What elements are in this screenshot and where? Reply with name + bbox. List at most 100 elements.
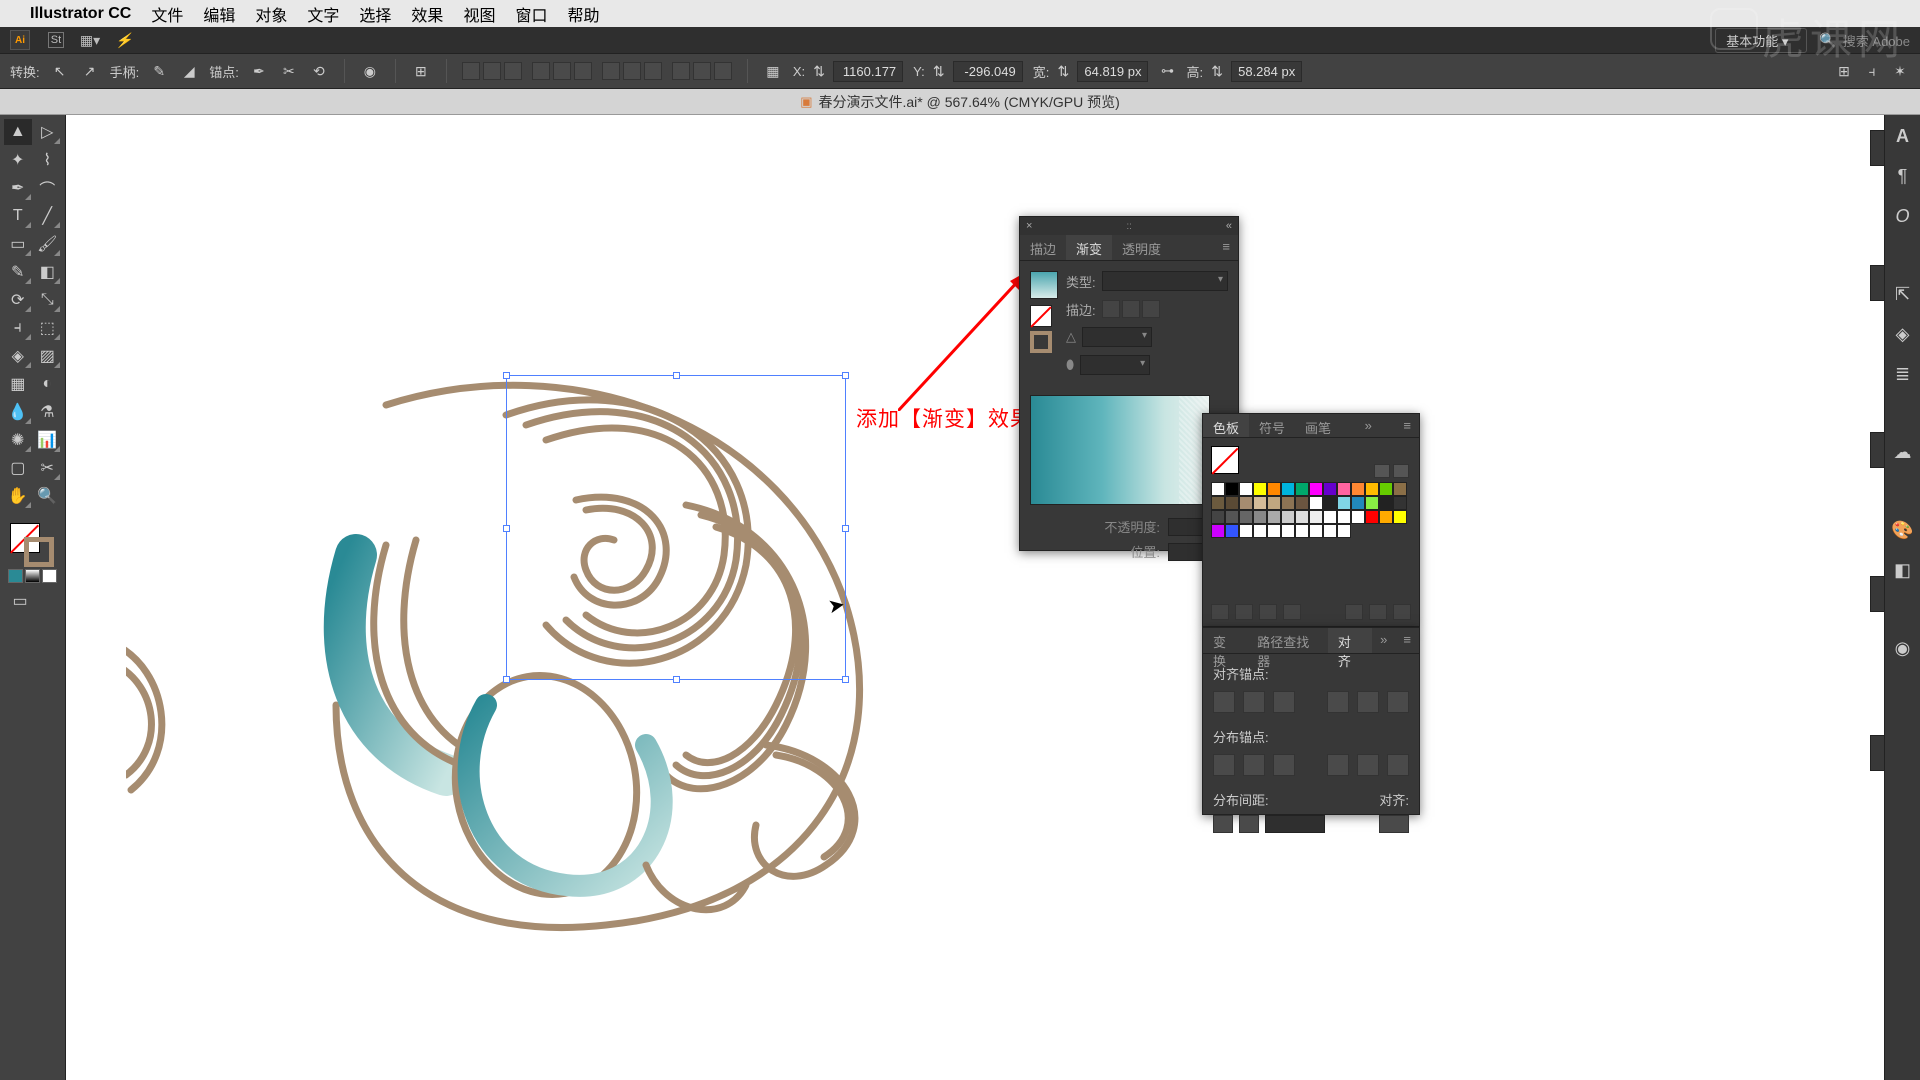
stroke-apply-icon-1[interactable] <box>1102 300 1120 318</box>
swatch-color[interactable] <box>1267 524 1281 538</box>
dist-anchor-right-icon[interactable] <box>1387 754 1409 776</box>
swatch-library-icon[interactable] <box>1211 604 1229 620</box>
dock-appearance-icon[interactable]: ◉ <box>1892 637 1914 659</box>
swatch-color[interactable] <box>1253 496 1267 510</box>
handle-bottom-left[interactable] <box>503 676 510 683</box>
menu-window[interactable]: 窗口 <box>515 2 547 26</box>
tab-gradient[interactable]: 渐变 <box>1066 235 1112 260</box>
dock-opentype-icon[interactable]: O <box>1892 205 1914 227</box>
width-tool[interactable]: ⫞ <box>4 315 32 341</box>
dock-tab-5[interactable] <box>1870 735 1884 771</box>
swatch-color[interactable] <box>1211 524 1225 538</box>
rectangle-tool[interactable]: ▭ <box>4 231 32 257</box>
dist-spacing-value[interactable] <box>1265 815 1325 833</box>
swatch-color[interactable] <box>1309 510 1323 524</box>
handle-bottom-mid[interactable] <box>673 676 680 683</box>
align-anchor-right-icon[interactable] <box>1273 691 1295 713</box>
scale-tool[interactable]: ⤡ <box>34 287 62 313</box>
free-transform-tool[interactable]: ⬚ <box>34 315 62 341</box>
tab-transparency[interactable]: 透明度 <box>1112 235 1171 260</box>
swatch-color[interactable] <box>1323 510 1337 524</box>
hand-tool[interactable]: ✋ <box>4 483 32 509</box>
swatch-color[interactable] <box>1267 496 1281 510</box>
tab-align[interactable]: 对齐 <box>1328 628 1372 653</box>
none-mode-swatch[interactable] <box>42 569 57 583</box>
swatches-current-swatch[interactable] <box>1211 446 1239 474</box>
menu-effect[interactable]: 效果 <box>411 2 443 26</box>
slice-tool[interactable]: ✂ <box>34 455 62 481</box>
swatch-color[interactable] <box>1239 524 1253 538</box>
swatch-color[interactable] <box>1309 482 1323 496</box>
swatch-color[interactable] <box>1379 510 1393 524</box>
pen-tool[interactable]: ✒ <box>4 175 32 201</box>
handle-top-mid[interactable] <box>673 372 680 379</box>
menu-type[interactable]: 文字 <box>307 2 339 26</box>
swatch-color[interactable] <box>1253 524 1267 538</box>
h-value[interactable]: 58.284 px <box>1231 61 1302 82</box>
document-tab[interactable]: ▣ 春分演示文件.ai* @ 567.64% (CMYK/GPU 预览) <box>0 89 1920 115</box>
swatch-color[interactable] <box>1365 496 1379 510</box>
eyedropper-tool[interactable]: 💧 <box>4 399 32 425</box>
selection-bounding-box[interactable] <box>506 375 846 680</box>
swatch-color[interactable] <box>1253 482 1267 496</box>
eraser-tool[interactable]: ◧ <box>34 259 62 285</box>
swatch-color[interactable] <box>1337 524 1351 538</box>
dist-anchor-top-icon[interactable] <box>1213 754 1235 776</box>
swatch-color[interactable] <box>1253 510 1267 524</box>
dock-paragraph-icon[interactable]: ¶ <box>1892 165 1914 187</box>
dist-spacing-h-icon[interactable] <box>1239 815 1259 833</box>
h-link-icon[interactable]: ⇅ <box>1207 61 1227 81</box>
rotate-tool[interactable]: ⟳ <box>4 287 32 313</box>
handle-top-right[interactable] <box>842 372 849 379</box>
canvas[interactable]: ➤ 添加【渐变】效果 × :: « 描边 渐变 透明度 ≡ <box>66 115 1920 1080</box>
handle-top-left[interactable] <box>503 372 510 379</box>
dist-left-icon[interactable] <box>602 62 620 80</box>
control-menu-icon-3[interactable]: ✶ <box>1890 61 1910 81</box>
dist-anchor-vcenter-icon[interactable] <box>1243 754 1265 776</box>
anchor-icon-2[interactable]: ✂ <box>279 61 299 81</box>
swatch-color[interactable] <box>1295 496 1309 510</box>
wh-link-icon[interactable]: ⊶ <box>1158 62 1176 80</box>
swatch-delete-icon[interactable] <box>1393 604 1411 620</box>
align-hcenter-icon[interactable] <box>483 62 501 80</box>
shaper-tool[interactable]: ✎ <box>4 259 32 285</box>
swatches-expand-icon[interactable]: » <box>1357 414 1380 437</box>
swatch-color[interactable] <box>1351 482 1365 496</box>
swatch-color[interactable] <box>1281 510 1295 524</box>
swatch-color[interactable] <box>1295 482 1309 496</box>
swatch-color[interactable] <box>1239 482 1253 496</box>
swatch-color[interactable] <box>1379 496 1393 510</box>
swatch-color[interactable] <box>1267 482 1281 496</box>
swatch-color[interactable] <box>1351 510 1365 524</box>
gradient-ramp[interactable] <box>1030 395 1210 505</box>
mesh-tool[interactable]: ▦ <box>4 371 32 397</box>
swatches-menu-icon[interactable]: ≡ <box>1395 414 1419 437</box>
dock-tab-4[interactable] <box>1870 576 1884 612</box>
x-link-icon[interactable]: ⇅ <box>809 61 829 81</box>
anchor-icon-3[interactable]: ⟲ <box>309 61 329 81</box>
swatch-color[interactable] <box>1393 496 1407 510</box>
line-tool[interactable]: ╱ <box>34 203 62 229</box>
direct-selection-tool[interactable]: ▷ <box>34 119 62 145</box>
swatch-color[interactable] <box>1323 496 1337 510</box>
isolate-icon[interactable]: ◉ <box>360 61 380 81</box>
swatch-color[interactable] <box>1351 496 1365 510</box>
color-well[interactable] <box>4 519 61 567</box>
swatch-color[interactable] <box>1337 510 1351 524</box>
dist-anchor-left-icon[interactable] <box>1327 754 1349 776</box>
zoom-tool[interactable]: 🔍 <box>34 483 62 509</box>
color-mode-swatch[interactable] <box>8 569 23 583</box>
column-graph-tool[interactable]: 📊 <box>34 427 62 453</box>
panel-grip-icon[interactable]: :: <box>1126 221 1132 232</box>
menu-object[interactable]: 对象 <box>255 2 287 26</box>
menu-edit[interactable]: 编辑 <box>203 2 235 26</box>
gradient-panel-header[interactable]: × :: « <box>1020 217 1238 235</box>
align-left-icon[interactable] <box>462 62 480 80</box>
align-anchor-bottom-icon[interactable] <box>1387 691 1409 713</box>
gradient-angle-dropdown[interactable] <box>1082 327 1152 347</box>
align-menu-icon[interactable]: ≡ <box>1395 628 1419 653</box>
selection-tool[interactable]: ▲ <box>4 119 32 145</box>
dist-right-icon[interactable] <box>644 62 662 80</box>
dist-top-icon[interactable] <box>672 62 690 80</box>
stroke-apply-icon-2[interactable] <box>1122 300 1140 318</box>
